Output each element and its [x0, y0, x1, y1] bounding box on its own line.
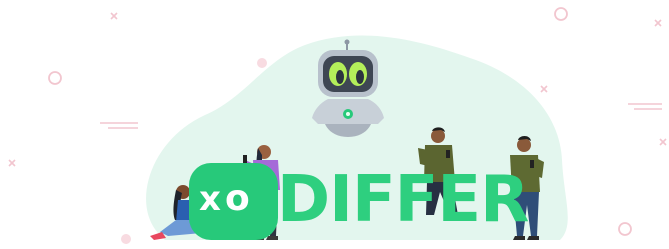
robot-mascot: [312, 39, 384, 137]
deco-dot-icon: [257, 58, 267, 68]
hero-illustration: x o DIFFER: [0, 0, 669, 249]
deco-dot-icon: [121, 234, 131, 244]
logo-o-glyph: o: [225, 178, 250, 219]
deco-cross-icon: [540, 85, 548, 93]
deco-cross-icon: [654, 19, 662, 27]
deco-circle-icon: [48, 71, 62, 85]
brand-wordmark: DIFFER: [277, 163, 529, 237]
deco-cross-icon: [8, 159, 16, 167]
deco-circle-icon: [554, 7, 568, 21]
deco-circle-icon: [618, 222, 632, 236]
deco-cross-icon: [110, 12, 118, 20]
logo-x-glyph: x: [199, 179, 221, 219]
deco-cross-icon: [659, 138, 667, 146]
brand-logo-mark: x o: [189, 163, 278, 240]
